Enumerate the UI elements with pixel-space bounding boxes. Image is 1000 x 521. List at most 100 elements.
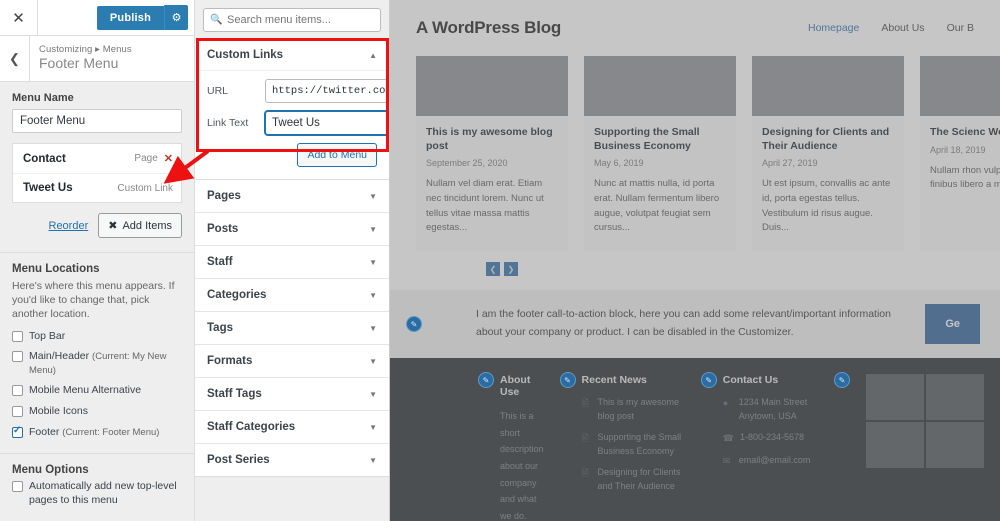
chevron-down-icon[interactable]: ▼	[369, 390, 377, 399]
location-checkbox-footer[interactable]: Footer (Current: Footer Menu)	[12, 425, 182, 440]
gallery-thumb[interactable]	[866, 422, 925, 469]
accordion-label: Formats	[207, 355, 253, 367]
pencil-edit-icon[interactable]: ✎	[834, 372, 851, 389]
link-text-input[interactable]	[265, 111, 389, 135]
available-items-accordions: Pages ▼ Posts ▼ Staff ▼ Categories ▼ Tag…	[195, 179, 389, 477]
chevron-down-icon[interactable]: ▼	[369, 456, 377, 465]
pencil-edit-icon[interactable]: ✎	[559, 372, 576, 389]
accordion-tags[interactable]: Tags ▼	[195, 311, 389, 344]
pencil-edit-icon[interactable]: ✎	[700, 372, 717, 389]
chevron-down-icon[interactable]: ▼	[369, 291, 377, 300]
gallery-thumb[interactable]	[866, 374, 925, 421]
chevron-down-icon[interactable]: ▼	[369, 357, 377, 366]
customizer-topbar: ✕ Publish ⚙	[0, 0, 194, 36]
chevron-down-icon[interactable]: ▼	[369, 324, 377, 333]
publish-button[interactable]: Publish	[96, 5, 164, 30]
location-checkbox-top-bar[interactable]: Top Bar	[12, 330, 182, 344]
menu-item-type: Page	[134, 153, 158, 164]
location-checkbox-main-header[interactable]: Main/Header (Current: My New Menu)	[12, 350, 182, 377]
contact-phone[interactable]: ☎ 1-800-234-5678	[723, 431, 826, 446]
add-items-button[interactable]: ✖ Add Items	[98, 213, 182, 238]
close-icon[interactable]: ✕	[0, 0, 38, 35]
chevron-up-icon[interactable]: ▲	[369, 51, 377, 60]
list-item[interactable]: 🖹 This is my awesome blog post	[582, 396, 685, 423]
add-to-menu-button[interactable]: Add to Menu	[297, 143, 377, 167]
custom-links-header[interactable]: Custom Links ▲	[195, 40, 389, 71]
post-title[interactable]: Designing for Clients and Their Audience	[762, 126, 894, 153]
custom-links-actions: Add to Menu	[207, 143, 377, 167]
accordion-post-series[interactable]: Post Series ▼	[195, 443, 389, 476]
location-current: (Current: Footer Menu)	[62, 426, 160, 438]
chevron-down-icon[interactable]: ▼	[369, 192, 377, 201]
search-input[interactable]	[203, 8, 381, 32]
accordion-staff-tags[interactable]: Staff Tags ▼	[195, 377, 389, 410]
accordion-posts[interactable]: Posts ▼	[195, 212, 389, 245]
chevron-down-icon[interactable]: ▼	[369, 225, 377, 234]
post-thumbnail	[752, 56, 904, 116]
chevron-left-icon[interactable]: ❮	[0, 36, 30, 81]
list-item[interactable]: This is my awesome blog post September 2…	[416, 56, 568, 251]
chevron-down-icon[interactable]: ▼	[369, 423, 377, 432]
location-checkbox-mobile-icons[interactable]: Mobile Icons	[12, 405, 182, 419]
post-cards: This is my awesome blog post September 2…	[390, 56, 1000, 251]
nav-link-about-us[interactable]: About Us	[881, 22, 924, 34]
post-title[interactable]: Supporting the Small Business Economy	[594, 126, 726, 153]
accordion-staff-categories[interactable]: Staff Categories ▼	[195, 410, 389, 443]
accordion-label: Staff Tags	[207, 388, 262, 400]
link-text-row: Link Text	[207, 111, 389, 135]
contact-address: ● 1234 Main Street Anytown, USA	[723, 396, 826, 423]
gallery-thumb[interactable]	[926, 422, 985, 469]
accordion-pages[interactable]: Pages ▼	[195, 180, 389, 212]
site-preview[interactable]: A WordPress Blog Homepage About Us Our B…	[390, 0, 1000, 521]
close-icon[interactable]: ✕	[164, 152, 173, 165]
url-input[interactable]	[265, 79, 389, 103]
footer-col-recent-news: ✎ Recent News 🖹 This is my awesome blog …	[554, 372, 685, 521]
post-card-body: The Scienc Work (Vide April 18, 2019 Nul…	[920, 116, 1000, 207]
publish-group: Publish ⚙	[96, 5, 188, 30]
list-item[interactable]: The Scienc Work (Vide April 18, 2019 Nul…	[920, 56, 1000, 251]
chevron-left-icon[interactable]: ❮	[486, 262, 500, 277]
close-x-icon: ✖	[108, 220, 118, 232]
pencil-edit-icon[interactable]: ✎	[406, 316, 422, 333]
list-item[interactable]: 🖹 Supporting the Small Business Economy	[582, 431, 685, 458]
cta-button[interactable]: Ge	[925, 304, 980, 345]
post-title[interactable]: This is my awesome blog post	[426, 126, 558, 153]
gallery-grid	[866, 374, 985, 469]
auto-add-pages-checkbox[interactable]: Automatically add new top-level pages to…	[12, 480, 182, 507]
accordion-formats[interactable]: Formats ▼	[195, 344, 389, 377]
list-item[interactable]: 🖹 Designing for Clients and Their Audien…	[582, 466, 685, 493]
custom-links-panel: Custom Links ▲ URL Link Text Add to Menu	[195, 40, 389, 179]
list-item[interactable]: Contact Page ✕	[13, 144, 181, 174]
site-title: A WordPress Blog	[416, 18, 562, 37]
location-label: Main/Header (Current: My New Menu)	[29, 350, 182, 377]
recent-news-heading: Recent News	[581, 374, 647, 387]
list-item[interactable]: Tweet Us Custom Link	[13, 174, 181, 202]
reorder-link[interactable]: Reorder	[49, 220, 89, 232]
contact-email[interactable]: ✉ email@email.com	[723, 454, 826, 469]
nav-link-homepage[interactable]: Homepage	[808, 22, 859, 34]
menu-item-name: Contact	[23, 152, 66, 165]
document-icon: 🖹	[581, 433, 589, 444]
gallery-thumb[interactable]	[926, 374, 985, 421]
menu-item-type: Custom Link	[117, 182, 173, 194]
site-footer: ✎ About Use This is a short description …	[390, 358, 1000, 521]
map-pin-icon: ●	[722, 398, 729, 409]
accordion-staff[interactable]: Staff ▼	[195, 245, 389, 278]
recent-news-item-label: Designing for Clients and Their Audience	[597, 467, 681, 491]
post-title[interactable]: The Scienc Work (Vide	[930, 126, 1000, 140]
search-section: 🔍	[195, 0, 389, 40]
chevron-down-icon[interactable]: ▼	[369, 258, 377, 267]
search-box: 🔍	[203, 8, 381, 32]
post-card-body: Designing for Clients and Their Audience…	[752, 116, 904, 250]
accordion-categories[interactable]: Categories ▼	[195, 278, 389, 311]
chevron-right-icon[interactable]: ❯	[504, 262, 518, 277]
list-item[interactable]: Supporting the Small Business Economy Ma…	[584, 56, 736, 251]
accordion-label: Staff Categories	[207, 421, 296, 433]
location-checkbox-mobile-menu-alternative[interactable]: Mobile Menu Alternative	[12, 384, 182, 398]
menu-name-input[interactable]	[12, 109, 182, 133]
nav-link-our-blog[interactable]: Our B	[947, 22, 974, 34]
gear-icon[interactable]: ⚙	[164, 5, 188, 30]
menu-item-meta: Custom Link	[117, 183, 173, 194]
recent-news-item-label: This is my awesome blog post	[597, 397, 680, 421]
list-item[interactable]: Designing for Clients and Their Audience…	[752, 56, 904, 251]
